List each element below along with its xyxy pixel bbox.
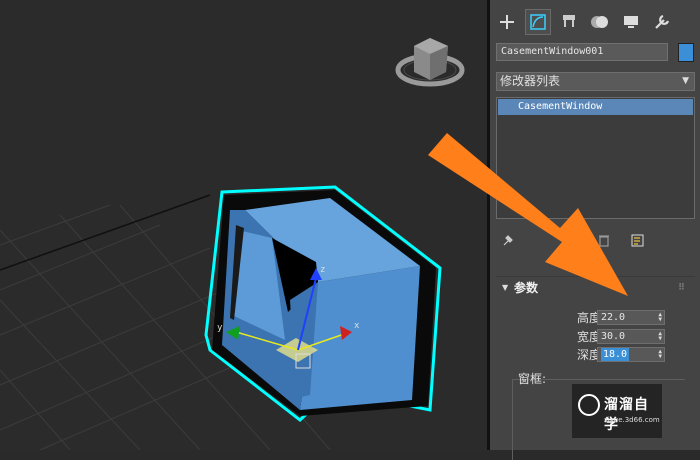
spinner-arrows-icon[interactable]: ▲ ▼: [658, 349, 662, 360]
modifier-stack[interactable]: CasementWindow: [496, 97, 695, 219]
height-spinner[interactable]: 22.0 ▲ ▼: [597, 310, 665, 325]
watermark: 溜溜自学 zixue.3d66.com: [572, 384, 662, 438]
modifier-list-dropdown[interactable]: 修改器列表 ▼: [496, 72, 695, 91]
modifier-list-label: 修改器列表: [500, 74, 561, 88]
motion-icon: [591, 16, 608, 28]
depth-param: 深度: 18.0 ▲ ▼: [496, 347, 695, 363]
plus-icon: [500, 15, 514, 29]
tab-display[interactable]: [618, 9, 644, 35]
display-icon: [624, 16, 638, 28]
height-param: 高度: 22.0 ▲ ▼: [496, 310, 695, 326]
height-value: 22.0: [601, 312, 626, 323]
viewcube[interactable]: [395, 38, 465, 87]
gizmo-y-label: y: [217, 323, 223, 333]
depth-value: 18.0: [601, 348, 630, 361]
spinner-arrows-icon[interactable]: ▲ ▼: [658, 312, 662, 323]
width-value: 30.0: [601, 331, 626, 342]
object-color-swatch[interactable]: [678, 43, 694, 62]
dropdown-arrow-icon: ▼: [682, 76, 689, 86]
width-param: 宽度: 30.0 ▲ ▼: [496, 329, 695, 345]
pin-icon: [503, 235, 513, 246]
tab-hierarchy[interactable]: [556, 9, 582, 35]
grid-axis-line: [0, 194, 211, 271]
modify-icon: [530, 14, 546, 30]
command-panel-tabs: [490, 0, 700, 40]
hierarchy-icon: [563, 15, 575, 27]
rollout-title: 参数: [514, 281, 539, 295]
modifier-stack-item[interactable]: CasementWindow: [498, 99, 693, 115]
width-spinner[interactable]: 30.0 ▲ ▼: [597, 329, 665, 344]
watermark-brand: 溜溜自学: [604, 397, 649, 433]
command-panel: CasementWindow001 修改器列表 ▼ CasementWindow…: [490, 0, 700, 460]
gizmo-x-label: x: [354, 321, 360, 331]
parameters-rollout-header[interactable]: ▼ 参数 ⠿: [496, 277, 695, 299]
pin-stack-button[interactable]: [498, 230, 518, 250]
gizmo-z-label: z: [320, 265, 325, 275]
viewport-scene: z y x: [0, 38, 465, 450]
frame-group-label: 窗框:: [518, 372, 547, 386]
watermark-logo-icon: [578, 394, 600, 416]
tab-motion[interactable]: [587, 9, 613, 35]
configure-modifier-sets-button[interactable]: [628, 230, 648, 250]
tab-create[interactable]: [494, 9, 520, 35]
drag-grip-icon[interactable]: ⠿: [678, 277, 685, 299]
tab-modify[interactable]: [525, 9, 551, 35]
depth-spinner[interactable]: 18.0 ▲ ▼: [597, 347, 665, 362]
modifier-stack-toolbar: [490, 230, 700, 254]
wrench-icon: [655, 14, 670, 29]
spinner-arrows-icon[interactable]: ▲ ▼: [658, 331, 662, 342]
tab-utilities[interactable]: [649, 9, 675, 35]
remove-modifier-button[interactable]: [594, 230, 614, 250]
trash-icon: [599, 235, 609, 247]
configure-icon: [631, 234, 644, 247]
watermark-site: zixue.3d66.com: [604, 416, 660, 424]
collapse-triangle-icon: ▼: [502, 283, 509, 292]
casement-window-object[interactable]: [204, 185, 442, 422]
object-name-field[interactable]: CasementWindow001: [496, 43, 668, 61]
perspective-viewport[interactable]: z y x: [0, 0, 487, 450]
